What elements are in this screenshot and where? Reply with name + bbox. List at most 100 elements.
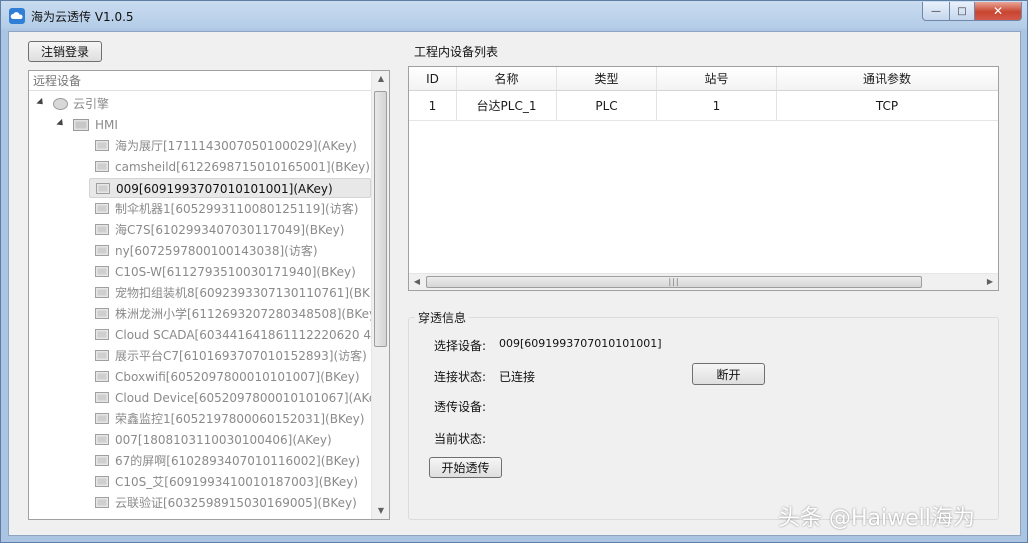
hmi-device-icon (95, 350, 109, 361)
cloud-engine-icon (53, 98, 68, 110)
tree-device-item[interactable]: Cboxwifi[6052097800010101007](BKey) (89, 367, 371, 387)
tunnel-device-label: 透传设备: (434, 400, 487, 414)
hmi-device-icon (95, 308, 109, 319)
collapse-arrow-icon[interactable] (56, 118, 66, 129)
collapse-arrow-icon[interactable] (36, 97, 46, 108)
column-header-id[interactable]: ID (409, 67, 457, 90)
tree-device-label: C10S_艾[6091993410010187003](BKey) (115, 475, 359, 489)
tree-device-label: 荣鑫监控1[6052197800060152031](BKey) (115, 412, 365, 426)
hmi-device-icon (95, 476, 109, 487)
logout-button[interactable]: 注销登录 (28, 41, 102, 62)
tunnel-info-title: 穿透信息 (415, 309, 470, 326)
select-device-label: 选择设备: (434, 339, 487, 353)
tree-scroll-thumb[interactable] (374, 91, 387, 347)
tree-device-label: 海C7S[6102993407030117049](BKey) (115, 223, 345, 237)
hmi-device-icon (95, 455, 109, 466)
tree-device-item[interactable]: Cloud Device[6052097800010101067](AKey) (89, 388, 372, 408)
tree-device-item[interactable]: camsheild[6122698715010165001](BKey) (89, 157, 371, 177)
tree-device-label: 云联验证[6032598915030169005](BKey) (115, 496, 357, 510)
column-header-comm-params[interactable]: 通讯参数 (777, 67, 997, 90)
window-title: 海为云透传 V1.0.5 (31, 10, 134, 24)
tree-node-root[interactable]: 云引擎 (29, 94, 369, 114)
tree-device-item[interactable]: 制伞机器1[6052993110080125119](访客) (89, 199, 371, 219)
table-row[interactable]: 1 台达PLC_1 PLC 1 TCP (409, 91, 998, 121)
tree-device-label: Cloud Device[6052097800010101067](AKey) (115, 391, 372, 405)
tree-device-label: 株洲龙洲小学[6112693207280348508](BKey) (115, 307, 372, 321)
tree-device-item[interactable]: 海C7S[6102993407030117049](BKey) (89, 220, 371, 240)
tree-device-item[interactable]: ny[6072597800100143038](访客) (89, 241, 371, 261)
tree-header: 远程设备 (29, 71, 372, 91)
tree-device-item[interactable]: C10S_艾[6091993410010187003](BKey) (89, 472, 371, 492)
tree-node-hmi[interactable]: HMI (29, 115, 369, 135)
maximize-button[interactable]: □ (949, 2, 975, 21)
tree-device-item[interactable]: 株洲龙洲小学[6112693207280348508](BKey) (89, 304, 372, 324)
tunnel-info-group (408, 317, 999, 520)
connection-status-value: 已连接 (499, 370, 536, 384)
tree-device-label: 展示平台C7[6101693707010152893](访客) (115, 349, 367, 363)
hmi-device-icon (95, 203, 109, 214)
column-header-station[interactable]: 站号 (657, 67, 777, 90)
hmi-device-icon (95, 371, 109, 382)
hmi-device-icon (95, 497, 109, 508)
tree-body: 云引擎 HMI 海为展厅[1711143007050100029](AKey) c… (29, 92, 372, 519)
column-header-name[interactable]: 名称 (457, 67, 557, 90)
tree-device-item[interactable]: 展示平台C7[6101693707010152893](访客) (89, 346, 371, 366)
cell-id: 1 (409, 91, 457, 120)
scroll-left-icon[interactable]: ◀ (409, 274, 425, 290)
disconnect-button[interactable]: 断开 (692, 363, 765, 385)
tree-group-label: HMI (95, 118, 118, 132)
hmi-device-icon (95, 245, 109, 256)
cell-name: 台达PLC_1 (457, 91, 557, 120)
current-state-label: 当前状态: (434, 432, 487, 446)
cell-type: PLC (557, 91, 657, 120)
table-header: ID 名称 类型 站号 通讯参数 (409, 67, 998, 91)
cloud-app-icon (9, 8, 25, 24)
tree-device-label: Cloud SCADA[603441641861112220620 43... (115, 328, 372, 342)
remote-device-tree[interactable]: 远程设备 云引擎 HMI 海为展厅[1711143007050100029](A… (28, 70, 390, 520)
hmi-device-icon (95, 140, 109, 151)
tree-device-item[interactable]: 009[6091993707010101001](AKey) (89, 178, 371, 198)
hmi-device-icon (95, 266, 109, 277)
tree-device-label: Cboxwifi[6052097800010101007](BKey) (115, 370, 360, 384)
column-header-type[interactable]: 类型 (557, 67, 657, 90)
tree-device-label: ny[6072597800100143038](访客) (115, 244, 318, 258)
tree-device-label: 宠物扣组装机8[6092393307130110761](BK... (115, 286, 372, 300)
tree-vertical-scrollbar[interactable]: ▲ ▼ (371, 71, 389, 519)
close-button[interactable]: ✕ (974, 2, 1022, 21)
table-scroll-thumb[interactable]: ||| (426, 276, 922, 288)
tree-device-item[interactable]: Cloud SCADA[603441641861112220620 43... (89, 325, 372, 345)
tree-device-label: 67的屏啊[6102893407010116002](BKey) (115, 454, 361, 468)
hmi-device-icon (95, 413, 109, 424)
table-horizontal-scrollbar[interactable]: ◀ ||| ▶ (409, 273, 998, 290)
tree-device-item[interactable]: 67的屏啊[6102893407010116002](BKey) (89, 451, 371, 471)
tree-device-label: 007[1808103110030100406](AKey) (115, 433, 332, 447)
tree-device-label: 009[6091993707010101001](AKey) (116, 182, 333, 196)
select-device-value: 009[6091993707010101001] (499, 337, 662, 350)
hmi-device-icon (95, 161, 109, 172)
hmi-device-icon (95, 434, 109, 445)
tree-device-item[interactable]: 荣鑫监控1[6052197800060152031](BKey) (89, 409, 371, 429)
tree-root-label: 云引擎 (73, 97, 110, 111)
tree-device-label: 海为展厅[1711143007050100029](AKey) (115, 139, 357, 153)
tree-device-item[interactable]: 海为展厅[1711143007050100029](AKey) (89, 136, 371, 156)
scroll-down-icon[interactable]: ▼ (372, 503, 390, 519)
hmi-device-icon (95, 329, 109, 340)
tree-device-item[interactable]: C10S-W[6112793510030171940](BKey) (89, 262, 371, 282)
device-list-table[interactable]: ID 名称 类型 站号 通讯参数 1 台达PLC_1 PLC 1 TCP ◀ |… (408, 66, 999, 291)
hmi-device-icon (95, 392, 109, 403)
hmi-device-icon (95, 224, 109, 235)
tree-device-item[interactable]: 云联验证[6032598915030169005](BKey) (89, 493, 371, 513)
tree-device-label: 制伞机器1[6052993110080125119](访客) (115, 202, 359, 216)
cell-comm-params: TCP (875, 99, 899, 113)
start-tunnel-button[interactable]: 开始透传 (429, 457, 502, 478)
minimize-button[interactable]: — (922, 2, 950, 21)
hmi-device-icon (95, 287, 109, 298)
hmi-device-icon (96, 183, 110, 194)
scroll-up-icon[interactable]: ▲ (372, 71, 390, 87)
tree-device-item[interactable]: 宠物扣组装机8[6092393307130110761](BK... (89, 283, 372, 303)
watermark-text: 头条 @Haiwell海为 (778, 506, 975, 531)
connection-status-label: 连接状态: (434, 370, 487, 384)
scroll-right-icon[interactable]: ▶ (982, 274, 998, 290)
tree-device-item[interactable]: 007[1808103110030100406](AKey) (89, 430, 371, 450)
title-bar[interactable]: 海为云透传 V1.0.5 — □ ✕ (1, 1, 1027, 31)
